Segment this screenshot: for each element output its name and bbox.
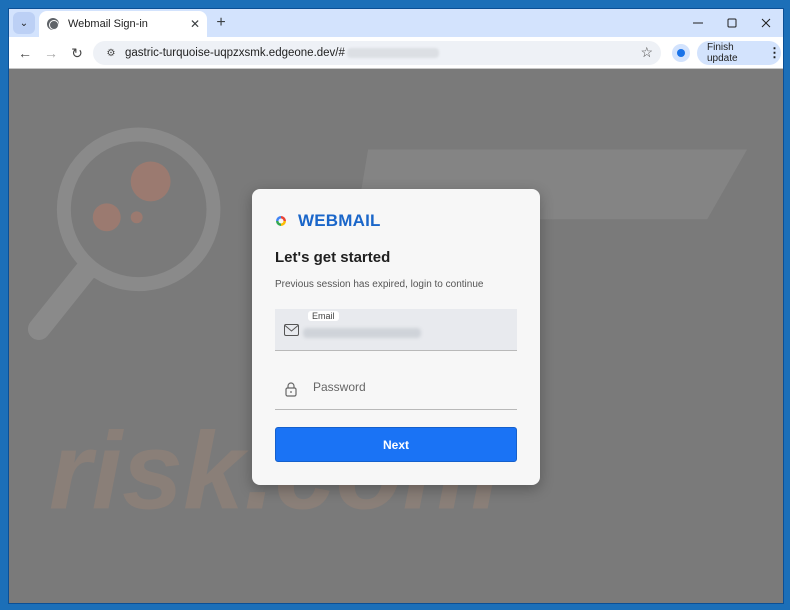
plus-icon: +	[216, 14, 226, 31]
reload-button[interactable]: ↻	[67, 43, 87, 63]
toolbar: ← → ↻ ⚙ gastric-turquoise-uqpzxsmk.edgeo…	[9, 37, 783, 69]
email-label: Email	[308, 311, 339, 321]
forward-arrow-icon: →	[44, 45, 58, 61]
finish-update-label: Finish update	[707, 42, 738, 64]
minimize-icon	[693, 22, 703, 24]
maximize-icon	[727, 18, 737, 28]
url-redacted	[346, 48, 439, 58]
close-window-button[interactable]	[749, 9, 783, 37]
tab-webmail[interactable]: Webmail Sign-in ✕	[39, 11, 207, 37]
brand-name: WEBMAIL	[298, 211, 381, 230]
finish-update-button[interactable]: Finish update ⋮	[697, 41, 781, 65]
email-value-redacted	[303, 328, 421, 338]
kebab-icon: ⋮	[768, 45, 781, 60]
url-text: gastric-turquoise-uqpzxsmk.edgeone.dev/#	[125, 47, 345, 59]
lock-icon	[283, 381, 299, 397]
close-icon	[761, 18, 771, 28]
chevron-down-icon: ⌄	[19, 17, 29, 29]
person-icon	[677, 49, 685, 57]
back-arrow-icon: ←	[18, 45, 32, 61]
star-icon[interactable]: ☆	[640, 44, 653, 61]
new-tab-button[interactable]: +	[211, 13, 231, 33]
tune-icon[interactable]: ⚙	[103, 45, 119, 61]
reload-icon: ↻	[71, 44, 83, 61]
address-bar[interactable]: ⚙ gastric-turquoise-uqpzxsmk.edgeone.dev…	[93, 41, 661, 65]
close-icon[interactable]: ✕	[187, 16, 203, 32]
globe-icon	[47, 18, 59, 30]
profile-button[interactable]	[672, 44, 690, 62]
back-button[interactable]: ←	[15, 43, 35, 63]
browser-window: ⌄ Webmail Sign-in ✕ + ← → ↻ ⚙ gastric-tu…	[8, 8, 784, 604]
session-expired-message: Previous session has expired, login to c…	[275, 279, 484, 290]
login-card: WEBMAIL Let's get started Previous sessi…	[252, 189, 540, 485]
page-title: Let's get started	[275, 249, 391, 266]
password-placeholder: Password	[313, 380, 366, 394]
window-controls	[681, 9, 783, 37]
maximize-button[interactable]	[715, 9, 749, 37]
email-field[interactable]: Email	[275, 309, 517, 351]
mail-icon	[283, 322, 299, 338]
minimize-button[interactable]	[681, 9, 715, 37]
page-content: risk.com WEBMAIL Let's get started Previ…	[9, 69, 783, 603]
password-field[interactable]: Password	[275, 368, 517, 410]
brand-row: WEBMAIL	[275, 211, 381, 231]
forward-button[interactable]: →	[41, 43, 61, 63]
tab-search-button[interactable]: ⌄	[13, 12, 35, 34]
tab-strip: ⌄ Webmail Sign-in ✕ +	[9, 9, 783, 37]
tab-title: Webmail Sign-in	[68, 18, 148, 30]
next-button[interactable]: Next	[275, 427, 517, 462]
webmail-logo-icon	[276, 216, 286, 226]
